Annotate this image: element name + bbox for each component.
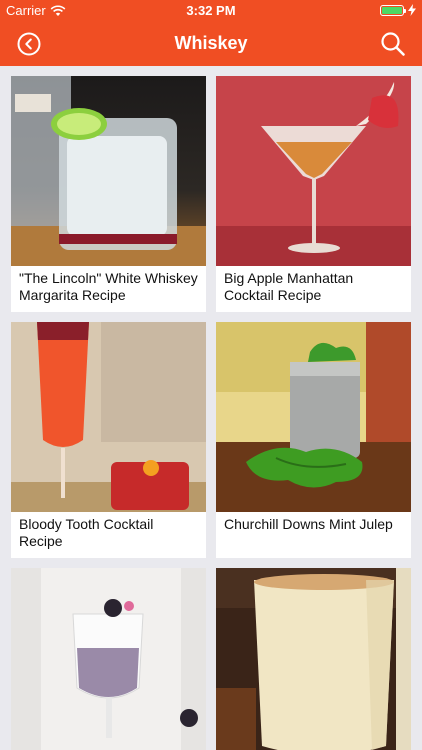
recipe-photo [216, 322, 411, 512]
recipe-card[interactable]: Big Apple Manhattan Cocktail Recipe [216, 76, 411, 312]
charging-icon [408, 4, 416, 16]
recipe-card[interactable] [11, 568, 206, 750]
search-icon[interactable] [380, 31, 406, 57]
recipe-photo [11, 568, 206, 750]
status-time: 3:32 PM [186, 3, 236, 18]
recipe-title: Big Apple Manhattan Cocktail Recipe [224, 270, 354, 303]
status-bar: Carrier 3:32 PM [0, 0, 422, 22]
recipe-photo [216, 568, 411, 750]
recipe-card[interactable]: Churchill Downs Mint Julep [216, 322, 411, 558]
recipe-title: Bloody Tooth Cocktail Recipe [19, 516, 154, 549]
recipe-title: "The Lincoln" White Whiskey Margarita Re… [19, 270, 198, 303]
recipe-title: Churchill Downs Mint Julep [224, 516, 393, 532]
navigation-bar: Whiskey [0, 22, 422, 66]
recipe-grid: "The Lincoln" White Whiskey Margarita Re… [0, 66, 422, 750]
recipe-photo [11, 322, 206, 512]
recipe-photo [216, 76, 411, 266]
recipe-card[interactable]: "The Lincoln" White Whiskey Margarita Re… [11, 76, 206, 312]
recipe-photo [11, 76, 206, 266]
page-title: Whiskey [174, 33, 248, 53]
recipe-card[interactable] [216, 568, 411, 750]
battery-icon [380, 4, 406, 16]
recipe-card[interactable]: Bloody Tooth Cocktail Recipe [11, 322, 206, 558]
